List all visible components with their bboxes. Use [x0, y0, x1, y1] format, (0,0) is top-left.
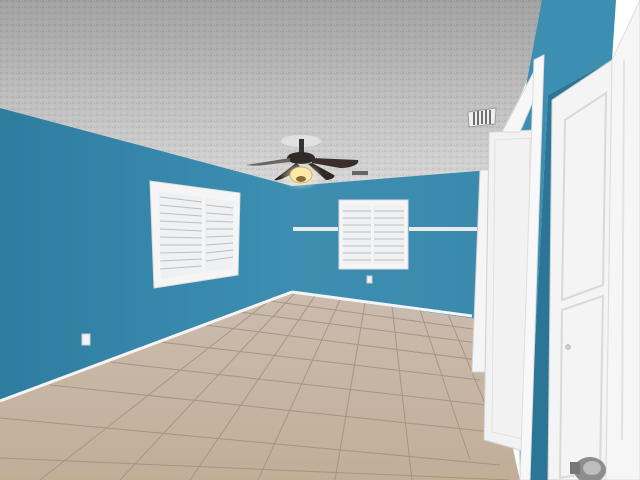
door-icon[interactable]: [547, 59, 613, 480]
outlet-icon: [366, 275, 373, 284]
back-window: [338, 199, 409, 270]
room-illustration: [0, 0, 640, 480]
left-window: [149, 180, 241, 289]
outlet-icon: [81, 333, 91, 346]
small-vent: [352, 171, 368, 175]
door-hinge: [565, 344, 571, 350]
room-photo: [0, 0, 640, 480]
